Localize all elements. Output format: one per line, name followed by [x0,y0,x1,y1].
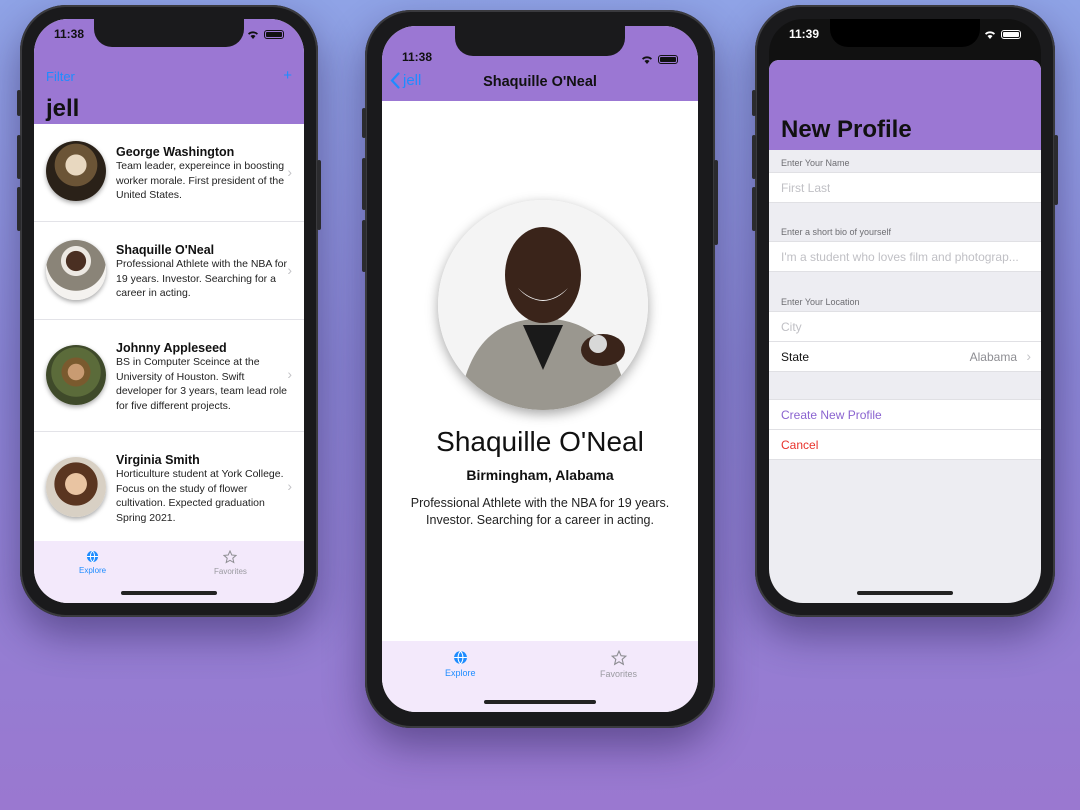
list-item[interactable]: Virginia Smith Horticulture student at Y… [34,432,304,544]
section-header: Enter Your Name [781,158,850,168]
nav-title: Shaquille O'Neal [483,74,597,90]
avatar [46,345,106,405]
bio-field[interactable]: I'm a student who loves film and photogr… [769,241,1041,272]
person-name: George Washington [116,145,235,159]
page-title: New Profile [781,116,912,143]
globe-icon [86,550,99,563]
avatar [46,457,106,517]
chevron-right-icon: › [287,164,292,180]
filter-button[interactable]: Filter [46,69,75,84]
name-placeholder: First Last [781,181,831,195]
tab-label: Explore [79,566,107,575]
battery-icon [1001,29,1021,39]
tab-label: Favorites [214,567,247,576]
state-value: Alabama [969,350,1017,364]
profile-location: Birmingham, Alabama [466,467,614,483]
create-profile-button[interactable]: Create New Profile [769,399,1041,430]
tab-label: Explore [445,668,476,678]
create-label: Create New Profile [781,408,882,422]
state-picker[interactable]: State Alabama › [769,341,1041,372]
wifi-icon [248,30,258,39]
back-button[interactable]: jell [390,72,421,89]
chevron-left-icon [390,72,400,89]
tab-favorites[interactable]: Favorites [214,550,247,576]
status-bar: 11:38 [34,19,304,49]
person-name: Shaquille O'Neal [116,243,215,257]
list-item[interactable]: Shaquille O'Neal Professional Athlete wi… [34,222,304,320]
avatar [46,240,106,300]
chevron-right-icon: › [287,366,292,382]
state-label: State [781,350,810,364]
add-button[interactable]: + [283,67,292,84]
cancel-button[interactable]: Cancel [769,429,1041,460]
wifi-icon [642,56,652,64]
chevron-right-icon: › [1026,348,1031,364]
profile-list: George Washington Team leader, expereinc… [34,124,304,544]
name-field[interactable]: First Last [769,172,1041,203]
tab-label: Favorites [600,669,638,679]
person-name: Johnny Appleseed [116,341,227,355]
star-icon [610,650,627,666]
list-item[interactable]: George Washington Team leader, expereinc… [34,124,304,222]
page-title: jell [46,95,80,122]
person-bio: Team leader, expereince in boosting work… [116,160,285,201]
new-profile-sheet: New Profile Enter Your Name First Last E… [769,60,1041,603]
chevron-right-icon: › [287,478,292,494]
back-label: jell [403,72,422,89]
chevron-right-icon: › [287,262,292,278]
status-time: 11:38 [402,50,433,64]
profile-bio: Professional Athlete with the NBA for 19… [410,496,670,527]
person-bio: Professional Athlete with the NBA for 19… [116,258,288,299]
phone-list-screen: 11:38 Filter + jell George Washington Te… [17,5,321,617]
list-item[interactable]: Johnny Appleseed BS in Computer Sceince … [34,320,304,432]
tab-explore[interactable]: Explore [445,650,476,678]
person-name: Virginia Smith [116,453,200,467]
battery-icon [264,29,284,39]
tab-favorites[interactable]: Favorites [600,650,637,679]
profile-name: Shaquille O'Neal [436,426,644,457]
profile-photo [438,200,648,410]
globe-icon [453,650,467,665]
section-header: Enter a short bio of yourself [781,227,892,237]
star-icon [223,550,238,564]
phone-new-profile-screen: 11:39 New Profile Enter Your Name First … [752,5,1058,617]
status-time: 11:39 [789,27,820,41]
status-time: 11:38 [54,27,85,41]
sheet-header: New Profile [769,60,1041,150]
cancel-label: Cancel [781,438,819,452]
avatar [46,141,106,201]
tab-explore[interactable]: Explore [79,550,106,575]
city-field[interactable]: City [769,311,1041,342]
section-header: Enter Your Location [781,297,860,307]
person-bio: Horticulture student at York College. Fo… [116,468,284,524]
person-bio: BS in Computer Sceince at the University… [116,356,288,412]
phone-detail-screen: 11:38 Shaquille O'Neal jell Shaquille O'… [362,10,718,728]
bio-placeholder: I'm a student who loves film and photogr… [781,250,1019,264]
city-placeholder: City [781,320,802,334]
battery-icon [658,55,678,64]
wifi-icon [985,30,995,39]
